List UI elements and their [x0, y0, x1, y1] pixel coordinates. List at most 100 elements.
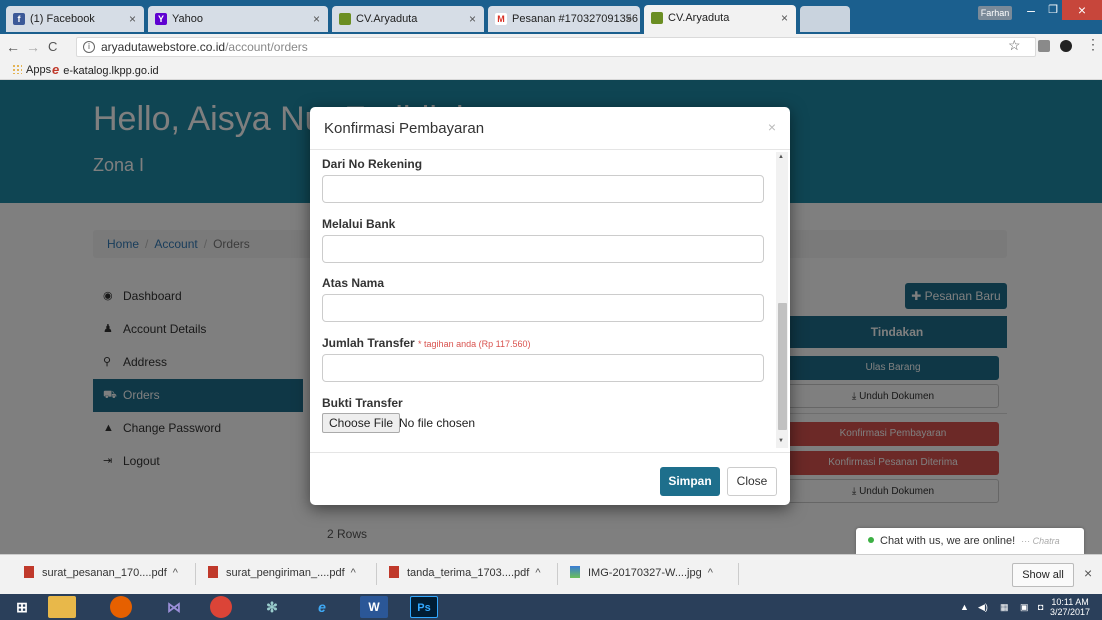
modal-title: Konfirmasi Pembayaran — [324, 120, 485, 137]
chat-widget[interactable]: Chat with us, we are online! ··· Chatra — [856, 528, 1084, 554]
invoice-note: * tagihan anda (Rp 117.560) — [418, 339, 531, 349]
forward-arrow-icon[interactable]: → — [26, 38, 40, 56]
extension-icon[interactable] — [1038, 40, 1050, 52]
transfer-proof-label: Bukti Transfer — [322, 396, 403, 410]
close-icon[interactable]: × — [625, 6, 632, 32]
scroll-down-icon[interactable]: ▼ — [778, 438, 784, 444]
tab-title: CV.Aryaduta — [356, 13, 418, 25]
file-explorer-icon[interactable] — [48, 596, 76, 618]
from-account-input[interactable] — [322, 175, 764, 203]
window-close-icon[interactable]: × — [1062, 0, 1102, 20]
bookmark-star-icon[interactable]: ☆ — [1008, 37, 1021, 54]
image-file-icon — [570, 566, 580, 578]
address-toolbar: ← → C i aryadutawebstore.co.id/account/o… — [0, 34, 1102, 60]
tab-title: CV.Aryaduta — [668, 12, 730, 24]
tray-up-icon[interactable]: ▲ — [960, 594, 969, 620]
security-shield-icon[interactable]: ◘ — [1038, 594, 1043, 620]
menu-kebab-icon[interactable]: ⋮ — [1086, 36, 1100, 53]
bank-input[interactable] — [322, 235, 764, 263]
scroll-up-icon[interactable]: ▲ — [778, 154, 784, 160]
close-button[interactable]: Close — [727, 467, 777, 496]
clock-date: 3/27/2017 — [1050, 607, 1091, 617]
aryaduta-icon — [651, 12, 663, 24]
payment-confirmation-modal: Konfirmasi Pembayaran × Dari No Rekening… — [310, 107, 790, 505]
caret-up-icon[interactable]: ^ — [708, 567, 713, 579]
tab-facebook[interactable]: f (1) Facebook × — [6, 6, 144, 32]
show-all-downloads-button[interactable]: Show all — [1012, 563, 1074, 587]
chrome-icon[interactable] — [210, 596, 232, 618]
download-item[interactable]: IMG-20170327-W....jpg ^ — [570, 566, 713, 579]
internet-explorer-icon[interactable]: e — [308, 596, 336, 618]
windows-start-icon[interactable]: ⊞ — [8, 596, 36, 618]
tab-yahoo[interactable]: Y Yahoo × — [148, 6, 328, 32]
close-icon[interactable]: × — [781, 5, 788, 31]
divider — [195, 563, 196, 585]
close-icon[interactable]: × — [469, 6, 476, 32]
info-icon[interactable]: i — [83, 41, 95, 53]
download-item[interactable]: surat_pesanan_170....pdf ^ — [24, 566, 178, 579]
save-button[interactable]: Simpan — [660, 467, 720, 496]
network-app-icon[interactable]: ✻ — [258, 596, 286, 618]
from-account-label: Dari No Rekening — [322, 157, 423, 171]
apps-grid-icon — [12, 64, 22, 74]
system-clock[interactable]: 10:11 AM 3/27/2017 — [1050, 597, 1090, 617]
extension-icon[interactable] — [1060, 40, 1072, 52]
url-host: aryadutawebstore.co.id — [101, 40, 226, 54]
tab-title: Yahoo — [172, 13, 203, 25]
tab-aryaduta-active[interactable]: CV.Aryaduta × — [644, 5, 796, 34]
account-holder-label: Atas Nama — [322, 276, 385, 290]
new-tab-button[interactable] — [800, 6, 850, 32]
profile-badge[interactable]: Farhan — [978, 6, 1012, 20]
yahoo-icon: Y — [155, 13, 167, 25]
volume-icon[interactable]: ◀) — [978, 594, 988, 620]
tab-aryaduta-1[interactable]: CV.Aryaduta × — [332, 6, 484, 32]
bank-label: Melalui Bank — [322, 217, 396, 231]
bookmark-apps[interactable]: Apps — [12, 61, 51, 79]
caret-up-icon[interactable]: ^ — [535, 567, 540, 579]
bookmarks-bar: Apps e e-katalog.lkpp.go.id — [0, 60, 1102, 80]
url-bar[interactable]: i aryadutawebstore.co.id/account/orders — [76, 37, 1036, 57]
account-holder-input[interactable] — [322, 294, 764, 322]
close-icon[interactable]: × — [129, 6, 136, 32]
tab-title: (1) Facebook — [30, 13, 95, 25]
back-arrow-icon[interactable]: ← — [6, 38, 20, 56]
transfer-amount-input[interactable] — [322, 354, 764, 382]
photoshop-icon[interactable]: Ps — [410, 596, 438, 618]
language-icon[interactable]: ▣ — [1020, 594, 1029, 620]
chat-text: Chat with us, we are online! — [880, 535, 1016, 547]
modal-footer: Simpan Close — [310, 452, 790, 505]
media-player-icon[interactable]: ⋈ — [160, 596, 188, 618]
transfer-amount-label: Jumlah Transfer * tagihan anda (Rp 117.5… — [322, 336, 531, 350]
windows-taskbar: ⊞ ⋈ ✻ e W Ps ▲ ◀) ▦ ▣ ◘ 10:11 AM 3/27/201… — [0, 594, 1102, 620]
facebook-icon: f — [13, 13, 25, 25]
tab-gmail-pesanan[interactable]: M Pesanan #170327091356 × — [488, 6, 640, 32]
url-path: /account/orders — [225, 40, 308, 54]
firefox-icon[interactable] — [110, 596, 132, 618]
scrollbar-thumb[interactable] — [778, 303, 787, 430]
divider — [557, 563, 558, 585]
download-item[interactable]: tanda_terima_1703....pdf ^ — [389, 566, 540, 579]
aryaduta-icon — [339, 13, 351, 25]
divider — [738, 563, 739, 585]
network-icon[interactable]: ▦ — [1000, 594, 1009, 620]
close-icon[interactable]: × — [768, 119, 776, 135]
modal-body: Dari No Rekening Melalui Bank Atas Nama … — [310, 150, 790, 452]
choose-file-button[interactable]: Choose File — [322, 413, 401, 433]
word-icon[interactable]: W — [360, 596, 388, 618]
chat-brand: ··· Chatra — [1021, 536, 1060, 546]
pdf-file-icon — [24, 566, 34, 578]
ie-icon: e — [52, 62, 60, 77]
download-item[interactable]: surat_pengiriman_....pdf ^ — [208, 566, 356, 579]
close-icon[interactable]: × — [313, 6, 320, 32]
pdf-file-icon — [389, 566, 399, 578]
pdf-file-icon — [208, 566, 218, 578]
divider — [376, 563, 377, 585]
reload-icon[interactable]: C — [48, 38, 57, 56]
browser-tab-strip: f (1) Facebook × Y Yahoo × CV.Aryaduta ×… — [0, 0, 1102, 34]
caret-up-icon[interactable]: ^ — [173, 567, 178, 579]
close-icon[interactable]: × — [1084, 565, 1092, 581]
clock-time: 10:11 AM — [1051, 597, 1089, 607]
gmail-icon: M — [495, 13, 507, 25]
caret-up-icon[interactable]: ^ — [351, 567, 356, 579]
bookmark-ekatalog[interactable]: e e-katalog.lkpp.go.id — [52, 61, 159, 80]
